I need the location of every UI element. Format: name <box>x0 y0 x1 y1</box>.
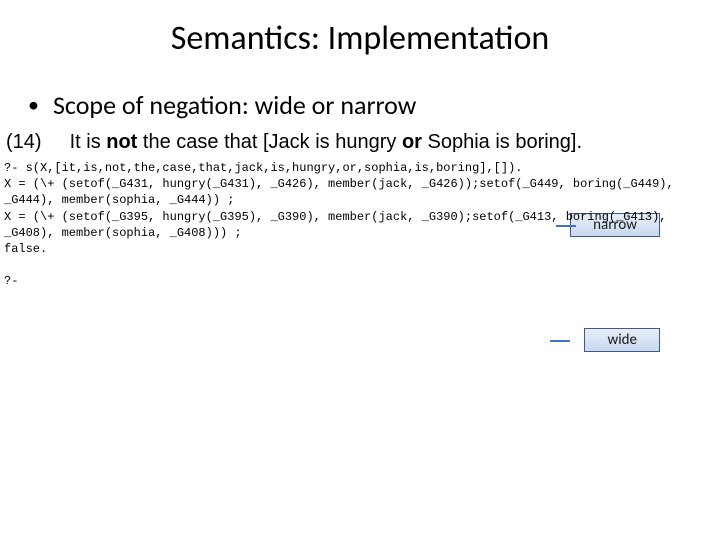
code-line-3: _G444), member(sophia, _G444)) ; <box>4 193 234 207</box>
slide-title: Semantics: Implementation <box>0 0 720 59</box>
ex-not: not <box>106 131 137 153</box>
ex-or: or <box>402 131 422 153</box>
code-line-6: false. <box>4 242 47 256</box>
bullet-row: • Scope of negation: wide or narrow <box>28 89 700 121</box>
bullet-area: • Scope of negation: wide or narrow <box>0 59 720 121</box>
ex-mid: the case that [Jack is hungry <box>137 131 402 153</box>
bullet-dot: • <box>28 94 39 116</box>
code-line-4: X = (\+ (setof(_G395, hungry(_G395), _G3… <box>4 210 667 224</box>
ex-lead: It is <box>70 131 107 153</box>
connector-wide <box>550 340 570 342</box>
bullet-text: Scope of negation: wide or narrow <box>53 89 416 121</box>
label-wide: wide <box>584 328 660 352</box>
example-number: (14) <box>6 131 42 154</box>
code-line-1: ?- s(X,[it,is,not,the,case,that,jack,is,… <box>4 161 522 175</box>
ex-tail: Sophia is boring]. <box>422 131 582 153</box>
example-sentence: It is not the case that [Jack is hungry … <box>70 131 582 154</box>
code-line-8: ?- <box>4 274 26 288</box>
example-line: (14) It is not the case that [Jack is hu… <box>0 121 720 154</box>
code-block: ?- s(X,[it,is,not,the,case,that,jack,is,… <box>0 154 720 290</box>
code-line-2: X = (\+ (setof(_G431, hungry(_G431), _G4… <box>4 177 674 191</box>
code-line-5: _G408), member(sophia, _G408))) ; <box>4 226 242 240</box>
